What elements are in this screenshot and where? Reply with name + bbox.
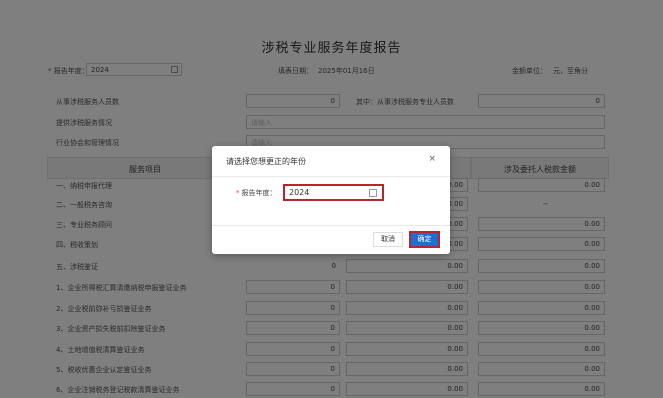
divider bbox=[212, 225, 450, 226]
cancel-button[interactable]: 取消 bbox=[373, 232, 403, 247]
year-picker-value: 2024 bbox=[289, 188, 310, 197]
close-icon[interactable]: × bbox=[428, 154, 436, 164]
year-select-dialog: 请选择您想更正的年份 × * 报告年度： 2024 取消 确定 bbox=[212, 146, 450, 254]
divider bbox=[212, 176, 450, 177]
dialog-field-label-text: 报告年度： bbox=[241, 189, 277, 197]
confirm-button-label: 确定 bbox=[417, 235, 432, 243]
dialog-title: 请选择您想更正的年份 bbox=[226, 157, 306, 166]
confirm-button[interactable]: 确定 bbox=[409, 231, 440, 248]
dialog-field-label: * 报告年度： bbox=[236, 188, 277, 198]
required-mark: * bbox=[236, 189, 240, 197]
calendar-icon[interactable] bbox=[369, 189, 377, 197]
year-picker-input[interactable]: 2024 bbox=[283, 184, 384, 201]
